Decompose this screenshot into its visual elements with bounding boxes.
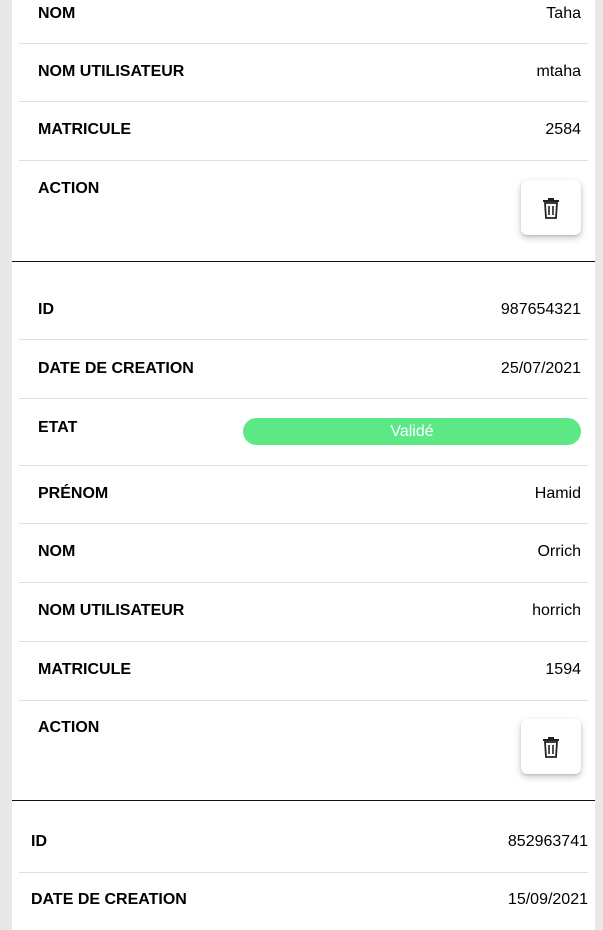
row-value: 852963741 bbox=[507, 833, 588, 850]
row-etat: ETAT Validé bbox=[19, 399, 588, 466]
trash-icon bbox=[543, 197, 559, 219]
row-label: PRÉNOM bbox=[38, 485, 109, 502]
delete-button[interactable] bbox=[521, 719, 581, 774]
row-nom-utilisateur: NOM UTILISATEUR horrich bbox=[19, 583, 588, 642]
row-value: horrich bbox=[532, 602, 581, 619]
row-label: NOM bbox=[38, 5, 76, 22]
row-value: Taha bbox=[546, 5, 581, 22]
trash-icon bbox=[543, 736, 559, 758]
row-value: 15/09/2021 bbox=[507, 891, 588, 908]
row-nom: NOM Taha bbox=[19, 0, 588, 44]
row-id: ID 987654321 bbox=[19, 281, 588, 340]
row-value: Orrich bbox=[537, 543, 581, 560]
row-matricule: MATRICULE 2584 bbox=[19, 102, 588, 161]
row-label: DATE DE CREATION bbox=[31, 891, 187, 908]
row-value: mtaha bbox=[536, 63, 581, 80]
row-label: ID bbox=[31, 833, 47, 850]
row-id: ID 852963741 bbox=[19, 801, 588, 873]
row-matricule: MATRICULE 1594 bbox=[19, 642, 588, 701]
row-date-creation: DATE DE CREATION 25/07/2021 bbox=[19, 340, 588, 399]
row-label: NOM UTILISATEUR bbox=[38, 63, 185, 80]
card-divider bbox=[12, 261, 595, 262]
row-value: 1594 bbox=[545, 661, 581, 678]
row-label: ID bbox=[38, 301, 54, 318]
row-label: MATRICULE bbox=[38, 121, 132, 138]
row-value: 2584 bbox=[545, 121, 581, 138]
row-prenom: PRÉNOM Hamid bbox=[19, 466, 588, 524]
row-action: ACTION bbox=[19, 701, 588, 800]
status-badge: Validé bbox=[243, 418, 581, 445]
row-label: ACTION bbox=[38, 180, 100, 197]
row-nom: NOM Orrich bbox=[19, 524, 588, 583]
row-label: NOM bbox=[38, 543, 76, 560]
row-label: NOM UTILISATEUR bbox=[38, 602, 185, 619]
row-label: ETAT bbox=[38, 419, 78, 436]
delete-button[interactable] bbox=[521, 180, 581, 235]
row-label: DATE DE CREATION bbox=[38, 360, 194, 377]
row-nom-utilisateur: NOM UTILISATEUR mtaha bbox=[19, 44, 588, 102]
row-label: ACTION bbox=[38, 719, 100, 736]
row-action: ACTION bbox=[19, 161, 588, 261]
row-value: 987654321 bbox=[500, 301, 581, 318]
row-value: 25/07/2021 bbox=[500, 360, 581, 377]
records-list: NOM Taha NOM UTILISATEUR mtaha MATRICULE… bbox=[12, 0, 595, 930]
row-date-creation: DATE DE CREATION 15/09/2021 bbox=[19, 873, 588, 930]
row-label: MATRICULE bbox=[38, 661, 132, 678]
row-value: Hamid bbox=[534, 485, 581, 502]
